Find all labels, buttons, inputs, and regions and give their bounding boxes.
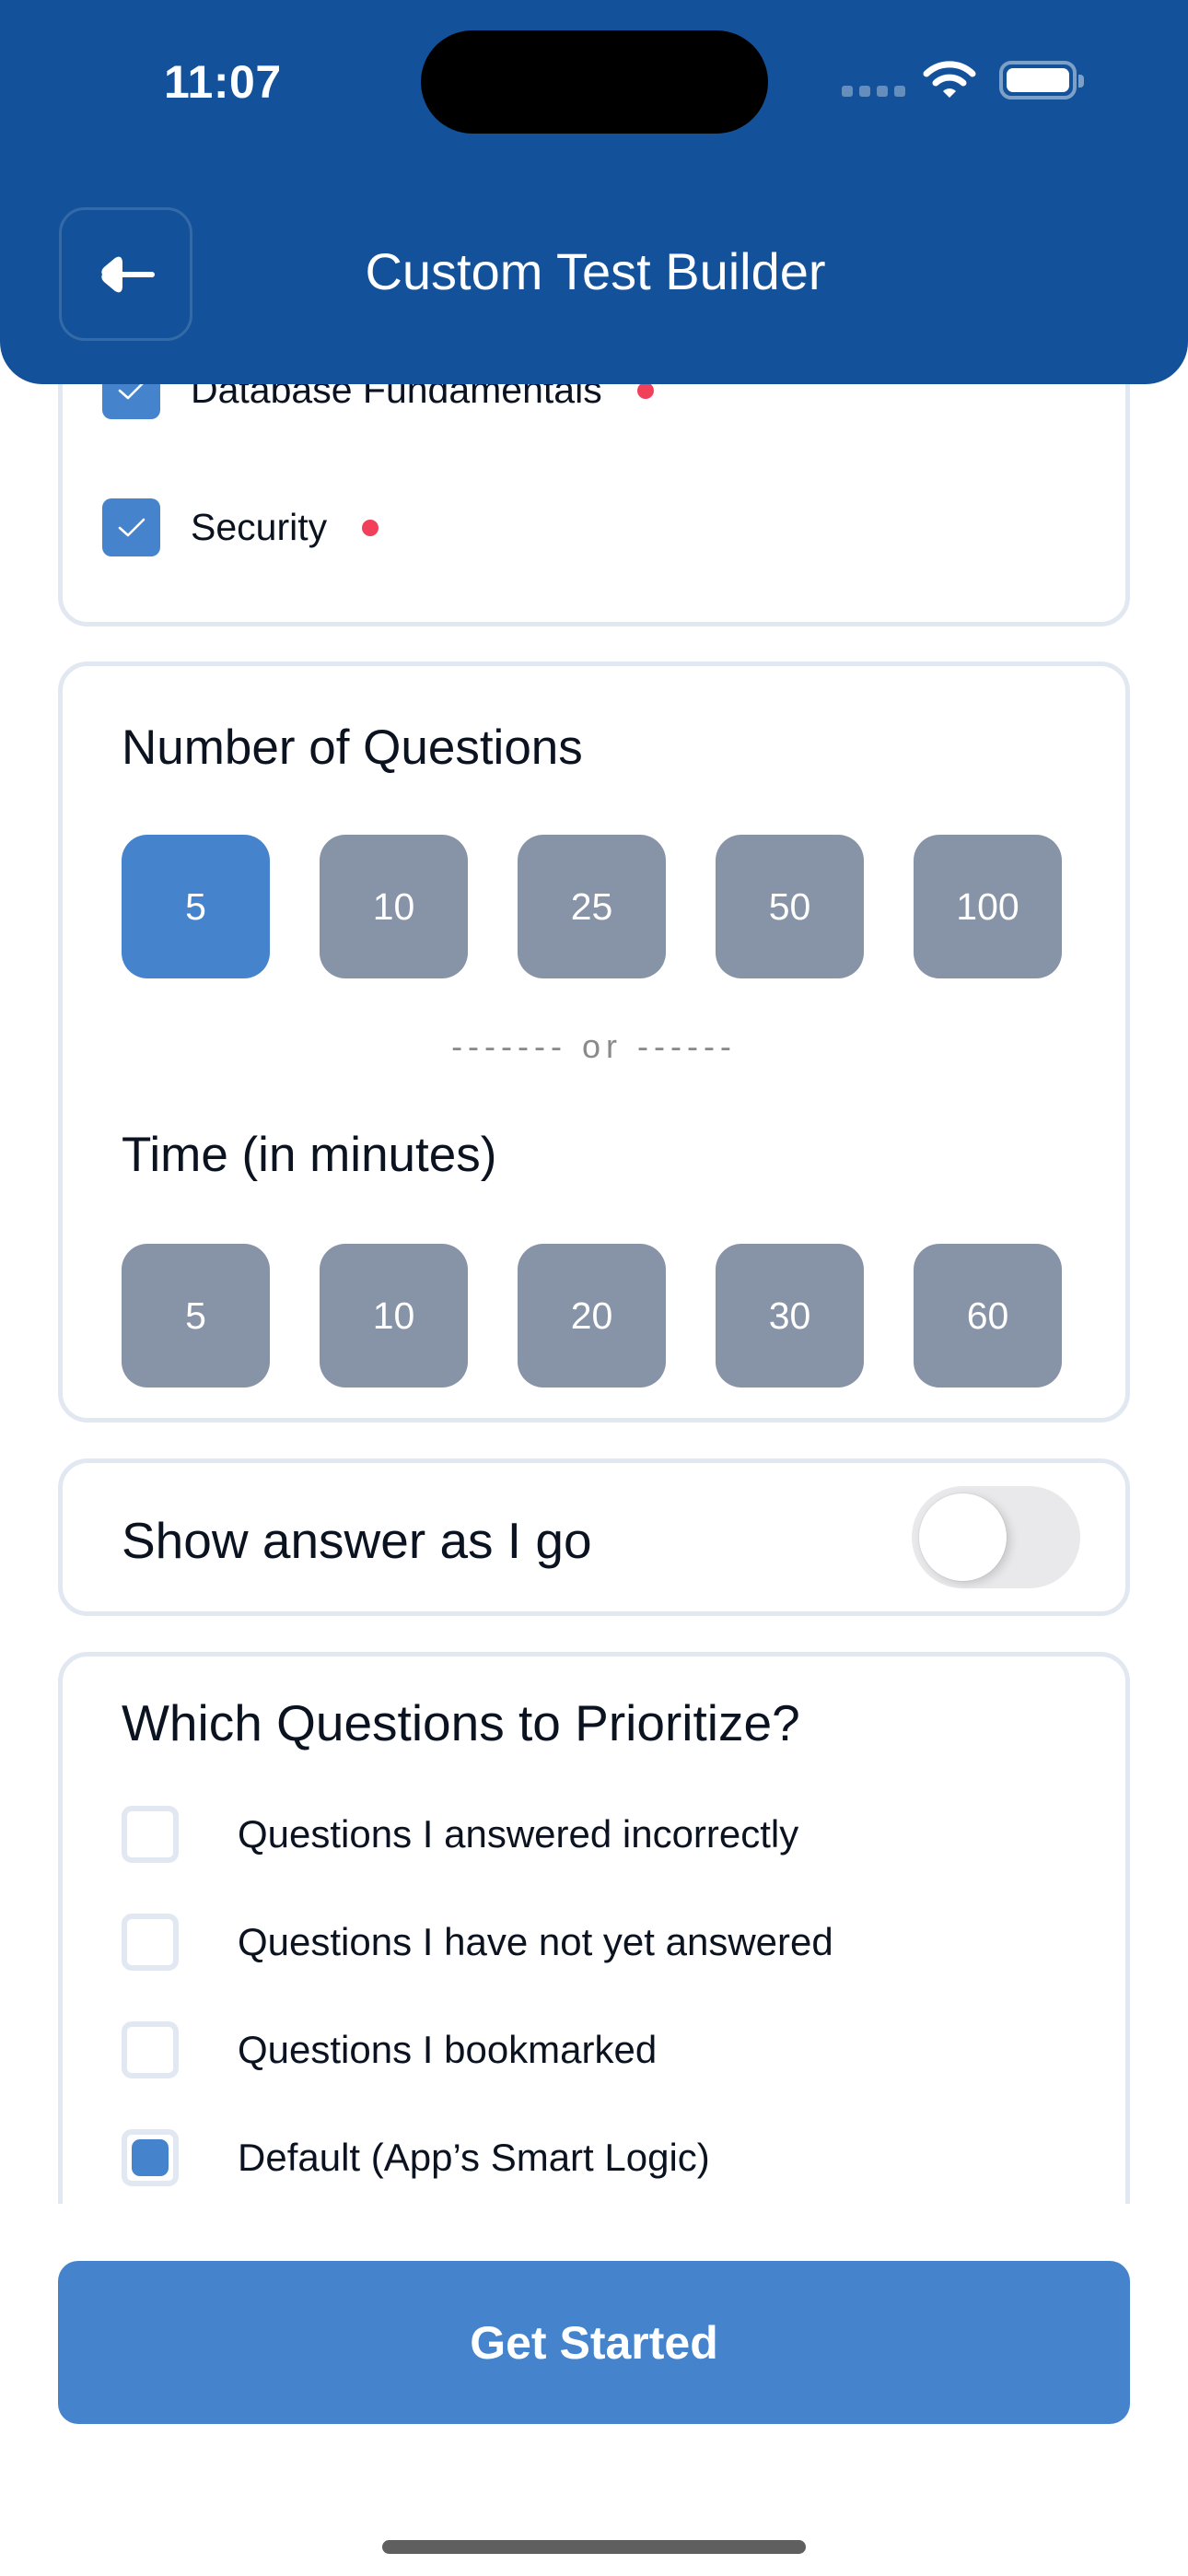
cellular-signal-icon: [842, 86, 905, 97]
checkbox-unchecked[interactable]: [122, 2021, 179, 2078]
page-title: Custom Test Builder: [365, 242, 826, 300]
red-dot-indicator: [362, 519, 379, 536]
time-option-60[interactable]: 60: [914, 1244, 1062, 1388]
toggle-knob: [919, 1493, 1007, 1581]
dynamic-island: [421, 30, 768, 134]
prioritize-title: Which Questions to Prioritize?: [122, 1694, 800, 1751]
topic-label: Security: [191, 506, 328, 548]
show-answer-toggle[interactable]: [912, 1486, 1080, 1588]
question-count-option-50[interactable]: 50: [716, 835, 864, 978]
question-count-option-25[interactable]: 25: [518, 835, 666, 978]
question-count-option-10[interactable]: 10: [320, 835, 468, 978]
question-count-option-100[interactable]: 100: [914, 835, 1062, 978]
checkbox-checked[interactable]: [102, 498, 160, 556]
time-option-20[interactable]: 20: [518, 1244, 666, 1388]
prioritize-option-unanswered[interactable]: Questions I have not yet answered: [122, 1914, 833, 1971]
home-indicator: [382, 2540, 806, 2554]
prioritize-card: Which Questions to Prioritize? Questions…: [58, 1652, 1130, 2204]
red-dot-indicator: [636, 381, 654, 399]
show-answer-card: Show answer as I go: [58, 1458, 1130, 1616]
prioritize-option-label: Questions I answered incorrectly: [238, 1812, 799, 1856]
show-answer-label: Show answer as I go: [122, 1512, 592, 1569]
get-started-button[interactable]: Get Started: [58, 2261, 1130, 2424]
prioritize-option-label: Questions I bookmarked: [238, 2028, 658, 2071]
question-count-options: 5 10 25 50 100: [122, 835, 1062, 978]
prioritize-option-incorrect[interactable]: Questions I answered incorrectly: [122, 1806, 798, 1863]
prioritize-option-bookmarked[interactable]: Questions I bookmarked: [122, 2021, 657, 2078]
time-option-5[interactable]: 5: [122, 1244, 270, 1388]
prioritize-option-default[interactable]: Default (App’s Smart Logic): [122, 2129, 710, 2186]
time-option-10[interactable]: 10: [320, 1244, 468, 1388]
topic-item-security[interactable]: Security: [102, 498, 379, 556]
app-header: 11:07 Custom Test Builder: [0, 0, 1188, 384]
status-time: 11:07: [164, 56, 282, 108]
question-count-card: Number of Questions 5 10 25 50 100 -----…: [58, 662, 1130, 1423]
number-of-questions-title: Number of Questions: [122, 720, 583, 775]
time-title: Time (in minutes): [122, 1128, 497, 1182]
wifi-icon: [923, 61, 976, 98]
checkmark-icon: [118, 518, 145, 536]
question-count-option-5[interactable]: 5: [122, 835, 270, 978]
time-option-30[interactable]: 30: [716, 1244, 864, 1388]
checkbox-unchecked[interactable]: [122, 1806, 179, 1863]
prioritize-option-label: Questions I have not yet answered: [238, 1920, 833, 1963]
or-separator: ------- or ------: [451, 1027, 737, 1065]
checkbox-checked[interactable]: [122, 2129, 179, 2186]
battery-icon: [999, 61, 1084, 100]
time-options: 5 10 20 30 60: [122, 1244, 1062, 1388]
prioritize-option-label: Default (App’s Smart Logic): [238, 2136, 710, 2179]
checkbox-unchecked[interactable]: [122, 1914, 179, 1971]
